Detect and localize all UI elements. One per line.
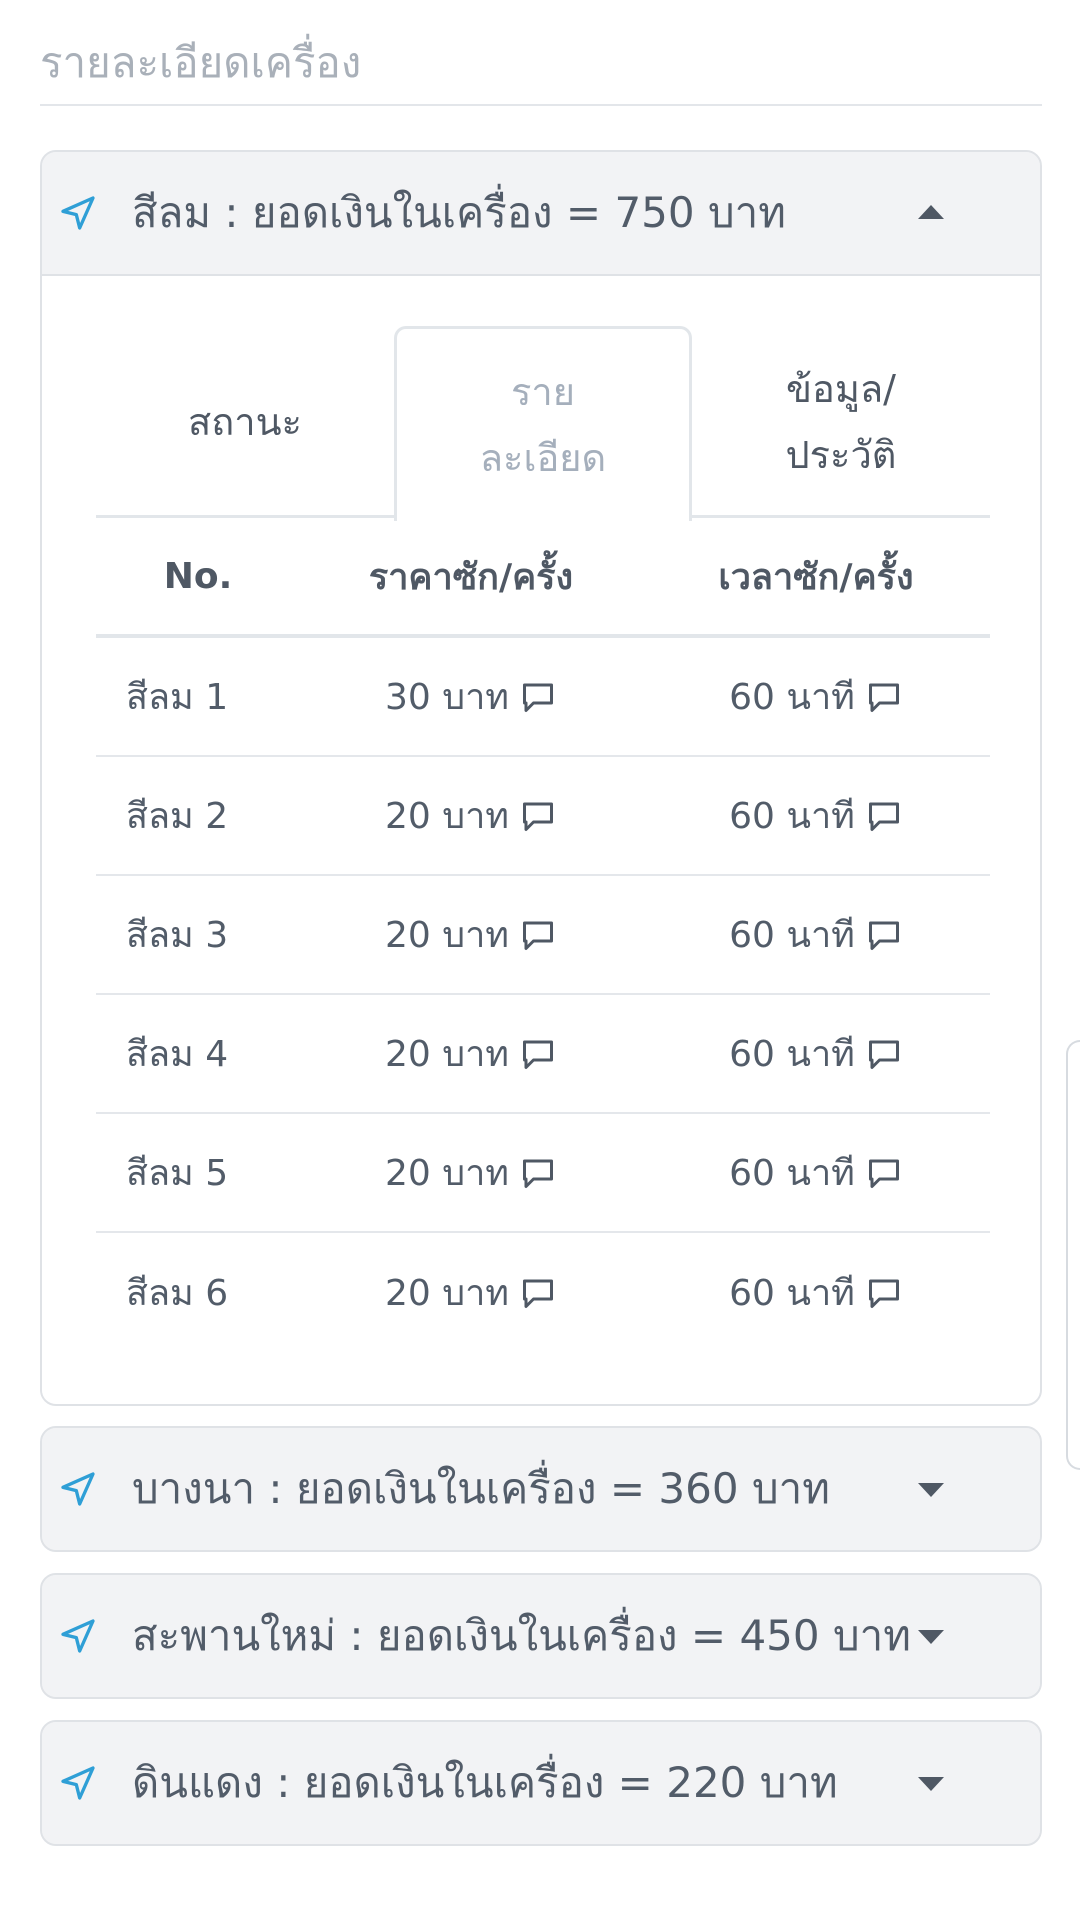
price-cell[interactable]: 20 บาท — [385, 1025, 557, 1082]
section-title: รายละเอียดเครื่อง — [40, 38, 362, 87]
tab-label-line2: ละเอียด — [479, 436, 607, 480]
navigation-arrow-icon — [61, 1619, 95, 1653]
time-cell[interactable]: 60 นาที — [729, 1025, 903, 1082]
tab-label: สถานะ — [188, 400, 302, 444]
time-cell[interactable]: 60 นาที — [729, 1264, 903, 1321]
cell-time: 60 นาที — [729, 1273, 855, 1314]
tab-label-line1: ราย — [510, 370, 575, 414]
comment-icon[interactable] — [519, 798, 557, 834]
price-cell[interactable]: 20 บาท — [385, 787, 557, 844]
cell-time: 60 นาที — [729, 1034, 855, 1075]
machine-accordion-saphan-mai: สะพานใหม่ : ยอดเงินในเครื่อง = 450 บาท — [40, 1573, 1042, 1699]
navigation-arrow-icon — [61, 1766, 95, 1800]
accordion-header[interactable]: สีลม : ยอดเงินในเครื่อง = 750 บาท — [42, 152, 1040, 276]
tab-details[interactable]: ราย ละเอียด — [394, 326, 692, 521]
caret-down-icon[interactable] — [918, 1777, 944, 1791]
comment-icon[interactable] — [519, 679, 557, 715]
tab-status[interactable]: สถานะ — [96, 326, 394, 518]
caret-up-icon[interactable] — [918, 205, 944, 219]
comment-icon[interactable] — [519, 1155, 557, 1191]
header-no: No. — [163, 555, 233, 597]
cell-time: 60 นาที — [729, 1153, 855, 1194]
table-row: สีลม 6 20 บาท 60 นาที — [96, 1233, 990, 1352]
price-cell[interactable]: 20 บาท — [385, 906, 557, 963]
accordion-title: ดินแดง : ยอดเงินในเครื่อง = 220 บาท — [132, 1758, 838, 1807]
comment-icon[interactable] — [519, 1036, 557, 1072]
header-price: ราคาซัก/ครั้ง — [368, 556, 574, 598]
tab-label-line2: ประวัติ — [785, 433, 897, 477]
accordion-body: สถานะ ราย ละเอียด ข้อมูล/ ประวัติ No. รา… — [42, 276, 1040, 1404]
comment-icon[interactable] — [519, 1275, 557, 1311]
time-cell[interactable]: 60 นาที — [729, 1144, 903, 1201]
time-cell[interactable]: 60 นาที — [729, 906, 903, 963]
details-table: No. ราคาซัก/ครั้ง เวลาซัก/ครั้ง สีลม 1 3… — [96, 518, 990, 1352]
tab-label-line1: ข้อมูล/ — [786, 367, 896, 411]
machine-accordion-bangna: บางนา : ยอดเงินในเครื่อง = 360 บาท — [40, 1426, 1042, 1552]
table-row: สีลม 4 20 บาท 60 นาที — [96, 995, 990, 1114]
cell-price: 20 บาท — [384, 915, 510, 956]
cell-no: สีลม 6 — [126, 1273, 229, 1314]
accordion-title: สีลม : ยอดเงินในเครื่อง = 750 บาท — [132, 188, 786, 237]
comment-icon[interactable] — [865, 1155, 903, 1191]
divider — [40, 104, 1042, 106]
time-cell[interactable]: 60 นาที — [729, 787, 903, 844]
machine-accordion-silom: สีลม : ยอดเงินในเครื่อง = 750 บาท สถานะ … — [40, 150, 1042, 1406]
tab-bar: สถานะ ราย ละเอียด ข้อมูล/ ประวัติ — [96, 326, 990, 521]
cell-time: 60 นาที — [729, 796, 855, 837]
time-cell[interactable]: 60 นาที — [729, 668, 903, 725]
comment-icon[interactable] — [865, 1275, 903, 1311]
table-row: สีลม 3 20 บาท 60 นาที — [96, 876, 990, 995]
navigation-arrow-icon — [61, 1472, 95, 1506]
table-row: สีลม 5 20 บาท 60 นาที — [96, 1114, 990, 1233]
caret-down-icon[interactable] — [918, 1483, 944, 1497]
cell-no: สีลม 1 — [126, 677, 229, 718]
table-row: สีลม 2 20 บาท 60 นาที — [96, 757, 990, 876]
price-cell[interactable]: 20 บาท — [385, 1144, 557, 1201]
table-row: สีลม 1 30 บาท 60 นาที — [96, 638, 990, 757]
comment-icon[interactable] — [519, 917, 557, 953]
accordion-header[interactable]: สะพานใหม่ : ยอดเงินในเครื่อง = 450 บาท — [42, 1575, 1040, 1697]
cell-price: 20 บาท — [384, 1273, 510, 1314]
cell-time: 60 นาที — [729, 677, 855, 718]
cell-price: 20 บาท — [384, 1034, 510, 1075]
price-cell[interactable]: 20 บาท — [385, 1264, 557, 1321]
accordion-title: สะพานใหม่ : ยอดเงินในเครื่อง = 450 บาท — [132, 1611, 911, 1660]
cell-price: 20 บาท — [384, 1153, 510, 1194]
cell-time: 60 นาที — [729, 915, 855, 956]
cell-no: สีลม 3 — [126, 915, 229, 956]
table-header: No. ราคาซัก/ครั้ง เวลาซัก/ครั้ง — [96, 518, 990, 638]
comment-icon[interactable] — [865, 798, 903, 834]
machine-details-page: รายละเอียดเครื่อง สีลม : ยอดเงินในเครื่อ… — [0, 0, 1080, 1921]
comment-icon[interactable] — [865, 917, 903, 953]
cell-price: 20 บาท — [384, 796, 510, 837]
caret-down-icon[interactable] — [918, 1630, 944, 1644]
cell-no: สีลม 5 — [126, 1153, 229, 1194]
header-time: เวลาซัก/ครั้ง — [718, 556, 914, 598]
comment-icon[interactable] — [865, 679, 903, 715]
cell-no: สีลม 2 — [126, 796, 229, 837]
navigation-arrow-icon — [61, 196, 95, 230]
machine-accordion-din-daeng: ดินแดง : ยอดเงินในเครื่อง = 220 บาท — [40, 1720, 1042, 1846]
accordion-title: บางนา : ยอดเงินในเครื่อง = 360 บาท — [132, 1464, 830, 1513]
tab-history[interactable]: ข้อมูล/ ประวัติ — [692, 326, 990, 518]
cell-no: สีลม 4 — [126, 1034, 229, 1075]
accordion-header[interactable]: ดินแดง : ยอดเงินในเครื่อง = 220 บาท — [42, 1722, 1040, 1844]
cell-price: 30 บาท — [384, 677, 510, 718]
accordion-header[interactable]: บางนา : ยอดเงินในเครื่อง = 360 บาท — [42, 1428, 1040, 1550]
comment-icon[interactable] — [865, 1036, 903, 1072]
side-drawer-handle[interactable] — [1066, 1040, 1080, 1470]
price-cell[interactable]: 30 บาท — [385, 668, 557, 725]
